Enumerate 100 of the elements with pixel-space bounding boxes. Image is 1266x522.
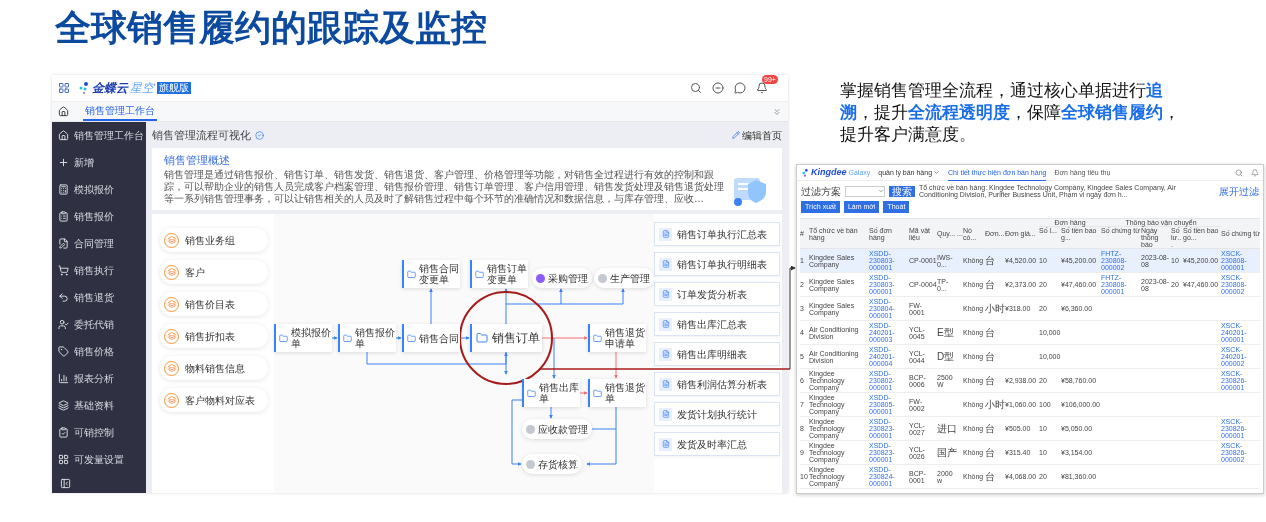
sidebar-item[interactable]: 销售退货 xyxy=(52,284,146,311)
flow-node[interactable]: 销售出库单 xyxy=(522,379,580,407)
table-cell: 进口 xyxy=(937,423,957,434)
table-cell: 小时 xyxy=(985,303,1005,314)
report-item[interactable]: 销售订单执行汇总表 xyxy=(654,222,780,246)
master-data-item[interactable]: 客户物料对应表 xyxy=(160,388,268,412)
home-icon[interactable] xyxy=(58,106,69,117)
report-icon xyxy=(659,257,672,271)
logo-icon xyxy=(801,168,809,177)
flow-node[interactable]: 销售订单变更单 xyxy=(470,260,528,288)
master-data-item[interactable]: 销售折扣表 xyxy=(160,324,268,348)
app-grid-icon[interactable] xyxy=(58,82,70,94)
sidebar-item[interactable]: 销售报价 xyxy=(52,203,146,230)
caret-icon xyxy=(933,169,941,176)
search-button[interactable]: 搜索 xyxy=(889,185,915,197)
report-icon xyxy=(659,317,672,331)
sidebar-item[interactable]: 销售执行 xyxy=(52,257,146,284)
folder-icon xyxy=(476,332,488,344)
sidebar-item[interactable]: 模拟报价 xyxy=(52,176,146,203)
sidebar-item[interactable]: 可发量设置 xyxy=(52,446,146,473)
flow-node[interactable]: 销售合同 xyxy=(402,324,460,352)
chat-icon[interactable] xyxy=(734,82,746,94)
check-circle-icon xyxy=(255,130,264,140)
table-cell-text: D型 xyxy=(937,351,956,362)
menu-item-icon xyxy=(58,211,69,222)
report-item[interactable]: 发货及时率汇总 xyxy=(654,432,780,456)
menu-item-icon xyxy=(58,292,69,303)
report-icon xyxy=(659,437,672,451)
report-icon xyxy=(659,407,672,421)
table-cell-text: E型 xyxy=(937,327,955,338)
flow-node[interactable]: 存货核算 xyxy=(522,454,582,474)
flow-node[interactable]: 应收款管理 xyxy=(522,419,592,439)
master-data-item[interactable]: 物料销售信息 xyxy=(160,356,268,380)
connector-arrow xyxy=(614,351,618,379)
connector-arrow xyxy=(429,288,433,325)
search-icon[interactable] xyxy=(1235,168,1243,177)
sidebar-item[interactable]: 合同管理 xyxy=(52,230,146,257)
master-data-item[interactable]: 销售价目表 xyxy=(160,292,268,316)
table-cell-text: 台 xyxy=(985,255,996,266)
collapse-icon[interactable] xyxy=(60,477,71,489)
connector-arrow xyxy=(395,336,402,340)
report-item[interactable]: 销售利润估算分析表 xyxy=(654,372,780,396)
menu-item-icon xyxy=(58,184,69,195)
folder-icon xyxy=(407,269,416,279)
folder-icon xyxy=(475,269,484,279)
sidebar-item[interactable]: 报表分析 xyxy=(52,365,146,392)
connector-arrow xyxy=(560,288,625,305)
table-cell-text: 台 xyxy=(985,447,996,458)
master-data-item[interactable]: 客户 xyxy=(160,260,268,284)
master-data-item[interactable]: 销售业务组 xyxy=(160,228,268,252)
flow-node[interactable]: 生产管理 xyxy=(594,268,654,288)
flow-node[interactable]: 销售退货申请单 xyxy=(588,324,646,352)
menu-item-icon xyxy=(58,130,69,141)
sidebar-item[interactable]: 委托代销 xyxy=(52,311,146,338)
table-cell-text: 台 xyxy=(985,327,996,338)
flow-node[interactable]: 销售合同变更单 xyxy=(402,260,460,288)
report-item[interactable]: 订单发货分析表 xyxy=(654,282,780,306)
folder-icon xyxy=(407,333,416,343)
overview-title: 销售管理概述 xyxy=(164,153,231,167)
folder-icon xyxy=(593,388,602,398)
slide-title: 全球销售履约的跟踪及监控 xyxy=(55,6,487,50)
flow-node[interactable]: 模拟报价单 xyxy=(274,324,332,352)
report-item[interactable]: 发货计划执行统计 xyxy=(654,402,780,426)
flow-node[interactable]: 销售退货单 xyxy=(588,379,646,407)
edit-home-link[interactable]: 编辑首页 xyxy=(732,127,782,143)
table-cell-text: 台 xyxy=(985,375,996,386)
sidebar-item[interactable]: 基础资料 xyxy=(52,392,146,419)
sidebar-item[interactable]: 可销控制 xyxy=(52,419,146,446)
page-title: 销售管理流程可视化 xyxy=(152,127,251,143)
report-item[interactable]: 销售出库明细表 xyxy=(654,342,780,366)
logo-icon xyxy=(78,82,90,94)
kingdee-logo: Kingdee xyxy=(811,169,847,176)
menu-item-icon xyxy=(58,157,69,168)
folder-icon xyxy=(593,333,602,343)
summary-text: 掌握销售管理全流程，通过核心单据进行追溯，提升全流程透明度，保障全球销售履约，提升客户满意度。 xyxy=(840,80,1180,146)
report-item[interactable]: 销售出库汇总表 xyxy=(654,312,780,336)
connector-arrow xyxy=(331,336,338,340)
expand-filter-link[interactable]: 展开过滤 xyxy=(1219,185,1259,197)
sidebar-item[interactable]: 新增 xyxy=(52,149,146,176)
minus-circle-icon[interactable] xyxy=(712,82,724,94)
search-icon[interactable] xyxy=(690,82,702,94)
sidebar-item[interactable]: 销售管理工作台 xyxy=(52,122,146,149)
menu-item-icon xyxy=(58,265,69,276)
connector-arrow xyxy=(549,406,553,419)
menu-item-icon xyxy=(58,238,69,249)
menu-item-icon xyxy=(58,427,69,438)
report-icon xyxy=(659,287,672,301)
menu-item-icon xyxy=(58,346,69,357)
bell-icon[interactable] xyxy=(756,82,768,94)
table-cell: 国产 xyxy=(937,447,957,458)
sidebar-item[interactable]: 销售价格 xyxy=(52,338,146,365)
menu-item-icon xyxy=(58,454,69,465)
edition-badge: 旗舰版 xyxy=(157,82,191,94)
caret-icon xyxy=(878,188,884,194)
flow-node[interactable]: 采购管理 xyxy=(532,268,592,288)
report-icon xyxy=(659,377,672,391)
flow-node[interactable]: 销售报价单 xyxy=(338,324,396,352)
report-item[interactable]: 销售订单执行明细表 xyxy=(654,252,780,276)
flow-node[interactable]: 销售订单 xyxy=(470,324,542,352)
table-cell: 小时 xyxy=(985,399,1005,410)
